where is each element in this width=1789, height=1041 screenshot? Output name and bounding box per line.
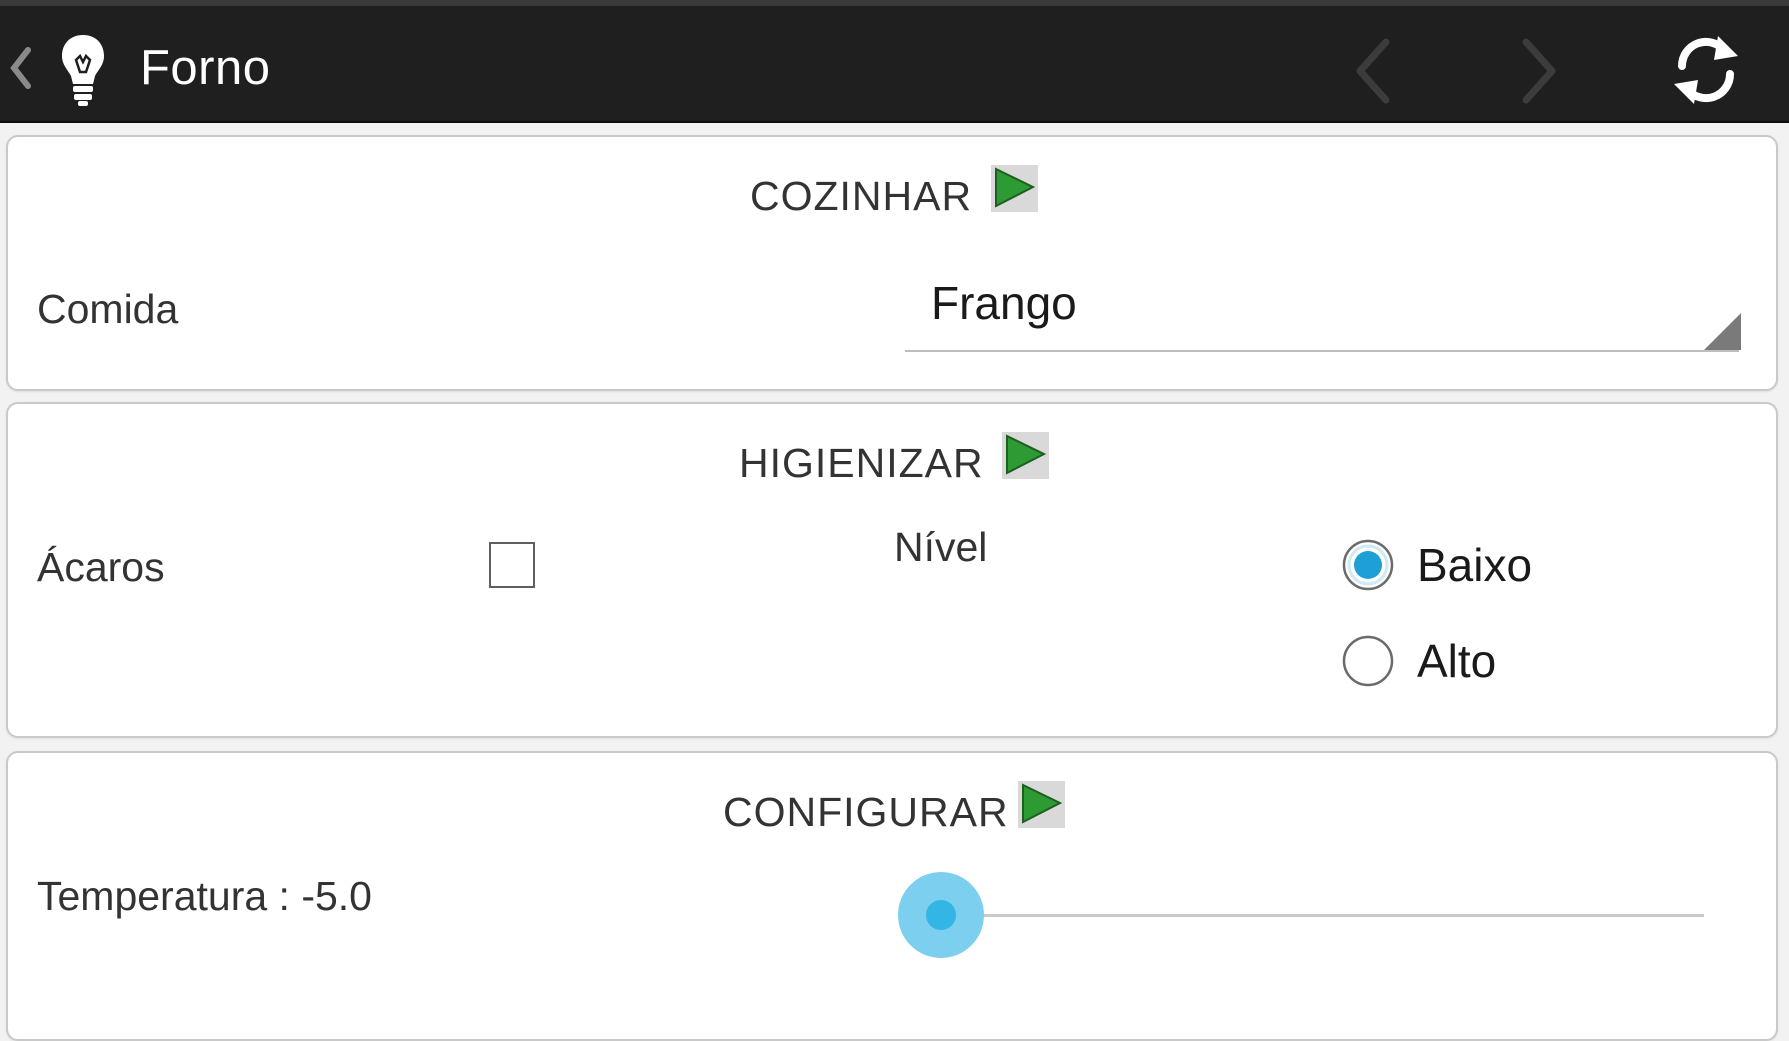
radio-alto-label[interactable]: Alto [1417, 634, 1496, 688]
food-label: Comida [37, 286, 179, 332]
play-icon [1022, 783, 1063, 824]
back-chevron-icon[interactable] [4, 42, 40, 94]
action-bar: Forno [0, 0, 1789, 123]
temperature-slider[interactable] [898, 872, 1704, 960]
spinner-underline [905, 350, 1739, 352]
mites-label: Ácaros [37, 544, 165, 590]
slider-track [938, 914, 1704, 917]
sanitize-section-title: HIGIENIZAR [739, 440, 984, 486]
radio-baixo[interactable] [1341, 538, 1395, 592]
lightbulb-icon [62, 35, 104, 106]
mites-checkbox[interactable] [489, 542, 535, 588]
configure-section-title: CONFIGURAR [723, 789, 1009, 835]
slider-thumb-core [926, 900, 956, 930]
sanitize-play-button[interactable] [1002, 432, 1049, 479]
play-icon [995, 167, 1036, 208]
slider-thumb[interactable] [898, 872, 984, 958]
sanitize-card: HIGIENIZAR Ácaros Nível Baixo Alto [6, 402, 1778, 738]
food-spinner[interactable]: Frango [905, 270, 1741, 352]
temperature-label: Temperatura : -5.0 [37, 873, 372, 919]
radio-alto[interactable] [1341, 634, 1395, 688]
cook-card: COZINHAR Comida Frango [6, 135, 1778, 391]
chevron-left-icon[interactable] [1348, 36, 1398, 106]
app-title: Forno [140, 41, 271, 95]
radio-baixo-label[interactable]: Baixo [1417, 538, 1532, 592]
configure-play-button[interactable] [1018, 781, 1065, 828]
refresh-icon[interactable] [1668, 30, 1744, 110]
play-icon [1006, 434, 1047, 475]
cook-section-title: COZINHAR [750, 173, 973, 219]
cook-play-button[interactable] [991, 165, 1038, 212]
dropdown-corner-icon [1704, 313, 1741, 350]
configure-card: CONFIGURAR Temperatura : -5.0 [6, 751, 1778, 1041]
food-spinner-value: Frango [931, 277, 1077, 329]
level-label: Nível [894, 524, 988, 570]
chevron-right-icon[interactable] [1514, 36, 1564, 106]
